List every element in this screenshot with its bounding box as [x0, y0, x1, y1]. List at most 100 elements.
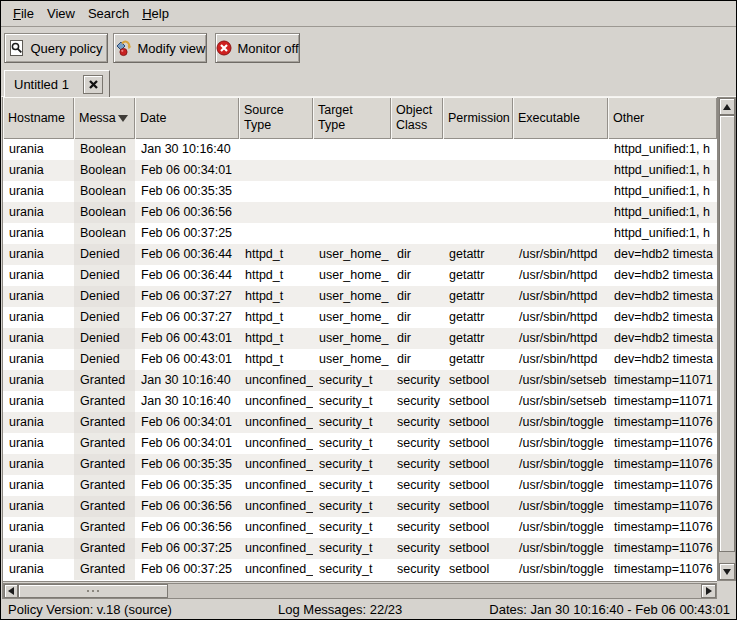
table-row[interactable]: uraniaBooleanFeb 06 00:36:56httpd_unifie… [3, 202, 717, 223]
column-header-target-type[interactable]: Target Type [313, 97, 391, 139]
table-row[interactable]: uraniaDeniedFeb 06 00:43:01httpd_tuser_h… [3, 349, 717, 370]
cell: urania [3, 475, 74, 496]
cell: timestamp=11071 [608, 391, 717, 412]
column-header-date[interactable]: Date [135, 97, 239, 139]
table-row[interactable]: uraniaDeniedFeb 06 00:37:27httpd_tuser_h… [3, 286, 717, 307]
table-row[interactable]: uraniaGrantedFeb 06 00:34:01unconfined_s… [3, 412, 717, 433]
cell: Granted [74, 454, 135, 475]
cell: /usr/sbin/toggle [513, 454, 608, 475]
sort-descending-icon [118, 115, 128, 122]
table-frame-left [2, 97, 3, 599]
cell [443, 139, 513, 160]
menubar: File View Search Help [1, 1, 736, 27]
scroll-left-button[interactable] [4, 584, 18, 598]
column-header-permission[interactable]: Permission [443, 97, 513, 139]
policy-version-text: Policy Version: v.18 (source) [8, 600, 172, 619]
column-header-label: Target Type [318, 103, 353, 133]
table-row[interactable]: uraniaDeniedFeb 06 00:43:01httpd_tuser_h… [3, 328, 717, 349]
cell: timestamp=11076 [608, 517, 717, 538]
tab-close-button[interactable] [83, 75, 103, 94]
cell: urania [3, 286, 74, 307]
cell: /usr/sbin/toggle [513, 433, 608, 454]
cell [443, 223, 513, 244]
cell: urania [3, 139, 74, 160]
table-row[interactable]: uraniaGrantedJan 30 10:16:40unconfined_s… [3, 391, 717, 412]
cell: httpd_t [239, 244, 313, 265]
up-arrow-icon [723, 104, 731, 110]
scroll-up-button[interactable] [719, 98, 735, 115]
query-policy-button[interactable]: Query policy [4, 33, 108, 63]
cell: unconfined_ [239, 496, 313, 517]
seaudit-window: File View Search Help Query policy Modif… [0, 0, 737, 620]
table-row[interactable]: uraniaBooleanFeb 06 00:35:35httpd_unifie… [3, 181, 717, 202]
tab-label: Untitled 1 [14, 77, 69, 92]
cell [443, 160, 513, 181]
tab-untitled-1[interactable]: Untitled 1 [4, 70, 110, 98]
cell: unconfined_ [239, 475, 313, 496]
column-header-object-class[interactable]: Object Class [391, 97, 443, 139]
scroll-down-button[interactable] [719, 563, 735, 580]
menu-file[interactable]: File [13, 6, 34, 21]
cell [391, 139, 443, 160]
cell: urania [3, 391, 74, 412]
table-row[interactable]: uraniaGrantedFeb 06 00:37:25unconfined_s… [3, 538, 717, 559]
table-row[interactable]: uraniaGrantedFeb 06 00:34:01unconfined_s… [3, 433, 717, 454]
cell: httpd_unified:1, h [608, 181, 717, 202]
table-row[interactable]: uraniaGrantedFeb 06 00:36:56unconfined_s… [3, 496, 717, 517]
cell: security [391, 370, 443, 391]
cell: urania [3, 223, 74, 244]
column-header-hostname[interactable]: Hostname [3, 97, 74, 139]
cell: /usr/sbin/toggle [513, 559, 608, 580]
menu-help[interactable]: Help [142, 6, 169, 21]
column-header-executable[interactable]: Executable [513, 97, 608, 139]
table-row[interactable]: uraniaGrantedFeb 06 00:35:35unconfined_s… [3, 454, 717, 475]
cell: Denied [74, 244, 135, 265]
cell [443, 202, 513, 223]
monitor-off-button[interactable]: Monitor off [215, 33, 300, 63]
table-row[interactable]: uraniaBooleanJan 30 10:16:40httpd_unifie… [3, 139, 717, 160]
cell: Granted [74, 559, 135, 580]
menu-view[interactable]: View [47, 6, 75, 21]
table-row[interactable]: uraniaBooleanFeb 06 00:37:25httpd_unifie… [3, 223, 717, 244]
table-row[interactable]: uraniaGrantedFeb 06 00:35:35unconfined_s… [3, 475, 717, 496]
cell: timestamp=11076 [608, 496, 717, 517]
modify-view-button[interactable]: Modify view [113, 33, 207, 63]
vertical-scrollbar-thumb[interactable] [719, 115, 735, 552]
scroll-right-button[interactable] [701, 584, 716, 598]
cell: security [391, 475, 443, 496]
horizontal-scrollbar[interactable] [3, 583, 717, 599]
cell: urania [3, 412, 74, 433]
statusbar: Policy Version: v.18 (source) Log Messag… [1, 600, 736, 619]
cell: dev=hdb2 timesta [608, 349, 717, 370]
menu-search[interactable]: Search [88, 6, 129, 21]
cell: unconfined_ [239, 391, 313, 412]
table-row[interactable]: uraniaGrantedFeb 06 00:37:25unconfined_s… [3, 559, 717, 580]
vertical-scrollbar[interactable] [718, 97, 736, 581]
cell [391, 181, 443, 202]
cell: Feb 06 00:37:25 [135, 223, 239, 244]
table-row[interactable]: uraniaDeniedFeb 06 00:37:27httpd_tuser_h… [3, 307, 717, 328]
cell: Feb 06 00:36:56 [135, 517, 239, 538]
cell: dev=hdb2 timesta [608, 286, 717, 307]
cell: urania [3, 160, 74, 181]
table-row[interactable]: uraniaGrantedFeb 06 00:36:56unconfined_s… [3, 517, 717, 538]
cell: Granted [74, 433, 135, 454]
cell [513, 181, 608, 202]
query-policy-icon [9, 40, 25, 56]
horizontal-scrollbar-thumb[interactable] [18, 584, 168, 598]
left-arrow-icon [8, 587, 14, 595]
column-header-other[interactable]: Other [608, 97, 717, 139]
table-row[interactable]: uraniaBooleanFeb 06 00:34:01httpd_unifie… [3, 160, 717, 181]
cell: Feb 06 00:37:27 [135, 286, 239, 307]
cell: Feb 06 00:35:35 [135, 454, 239, 475]
column-header-source-type[interactable]: Source Type [239, 97, 313, 139]
table-row[interactable]: uraniaGrantedJan 30 10:16:40unconfined_s… [3, 370, 717, 391]
cell: urania [3, 538, 74, 559]
cell: /usr/sbin/toggle [513, 496, 608, 517]
cell: getattr [443, 349, 513, 370]
cell: user_home_ [313, 244, 391, 265]
column-header-messa[interactable]: Messa [74, 97, 135, 139]
table-row[interactable]: uraniaDeniedFeb 06 00:36:44httpd_tuser_h… [3, 265, 717, 286]
cell: security [391, 391, 443, 412]
table-row[interactable]: uraniaDeniedFeb 06 00:36:44httpd_tuser_h… [3, 244, 717, 265]
